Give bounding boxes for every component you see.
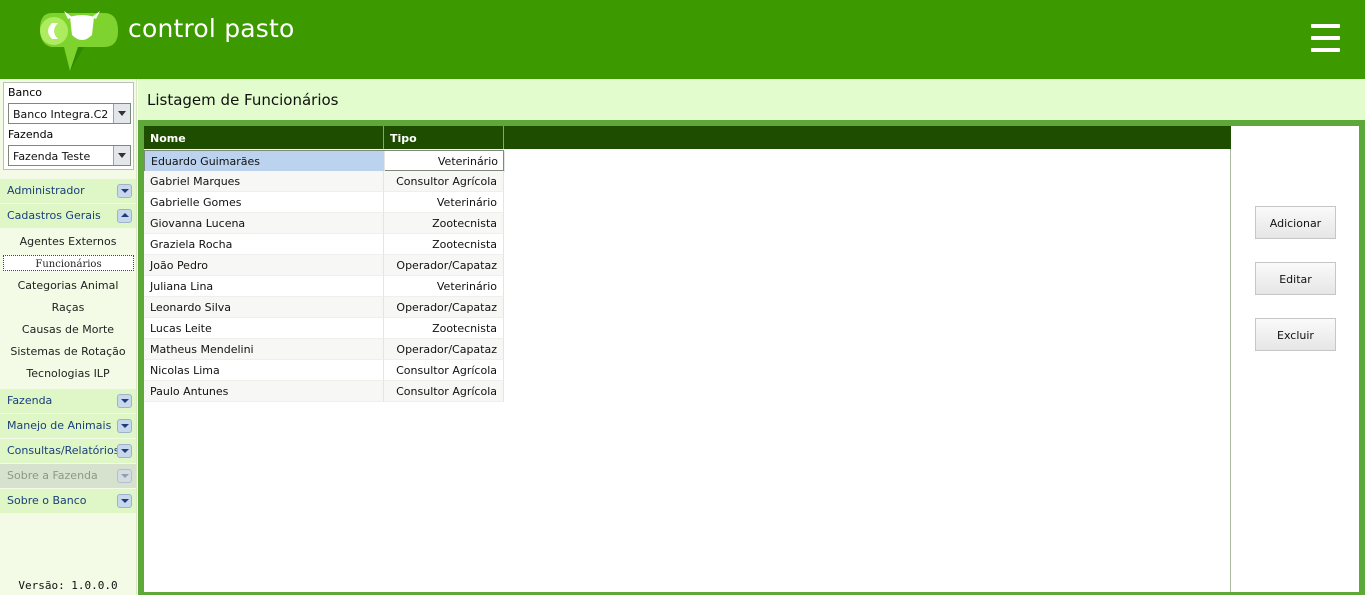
version-label: Versão: 1.0.0.0 (18, 579, 118, 592)
cell-tipo[interactable]: Veterinário (385, 151, 505, 172)
table-row[interactable]: Lucas Leite Zootecnista (144, 318, 504, 339)
cell-nome[interactable]: João Pedro (144, 255, 384, 276)
table-row[interactable]: Graziela Rocha Zootecnista (144, 234, 504, 255)
cell-tipo[interactable]: Operador/Capataz (384, 339, 504, 360)
banco-label: Banco (8, 86, 43, 99)
control-pasto-logo-icon (40, 11, 118, 71)
delete-button[interactable]: Excluir (1255, 318, 1336, 351)
cell-nome[interactable]: Paulo Antunes (144, 381, 384, 402)
banco-select-value: Banco Integra.C2 (13, 108, 109, 121)
cell-tipo[interactable]: Zootecnista (384, 318, 504, 339)
menu-consultas-relatorios[interactable]: Consultas/Relatórios (0, 439, 136, 463)
cell-tipo[interactable]: Zootecnista (384, 213, 504, 234)
employees-grid: Nome Tipo Eduardo Guimarães Veterinário Ga… (144, 126, 1231, 592)
chevron-down-icon[interactable] (113, 146, 130, 165)
expand-icon[interactable] (117, 494, 132, 508)
banco-select[interactable]: Banco Integra.C2 (8, 103, 131, 124)
cell-nome[interactable]: Eduardo Guimarães (145, 151, 385, 172)
submenu-tecnologias-ilp[interactable]: Tecnologias ILP (0, 363, 136, 383)
cell-tipo[interactable]: Operador/Capataz (384, 297, 504, 318)
page-header: Listagem de Funcionários (138, 79, 1365, 120)
cell-tipo[interactable]: Consultor Agrícola (384, 381, 504, 402)
menu-sobre-a-fazenda: Sobre a Fazenda (0, 464, 136, 488)
sidebar: Banco Banco Integra.C2 Fazenda Fazenda T… (0, 79, 137, 595)
cell-nome[interactable]: Gabrielle Gomes (144, 192, 384, 213)
expand-icon[interactable] (117, 444, 132, 458)
submenu-racas[interactable]: Raças (0, 297, 136, 317)
table-row[interactable]: Gabrielle Gomes Veterinário (144, 192, 504, 213)
fazenda-select[interactable]: Fazenda Teste (8, 145, 131, 166)
collapse-icon[interactable] (117, 209, 132, 223)
cell-tipo[interactable]: Veterinário (384, 276, 504, 297)
menu-label: Fazenda (7, 394, 53, 407)
expand-icon[interactable] (117, 419, 132, 433)
table-row[interactable]: Nicolas Lima Consultor Agrícola (144, 360, 504, 381)
cell-nome[interactable]: Nicolas Lima (144, 360, 384, 381)
cell-tipo[interactable]: Consultor Agrícola (384, 171, 504, 192)
expand-icon (117, 469, 132, 483)
cell-tipo[interactable]: Consultor Agrícola (384, 360, 504, 381)
content-area: Nome Tipo Eduardo Guimarães Veterinário Ga… (138, 120, 1365, 595)
menu-label: Cadastros Gerais (7, 209, 101, 222)
cell-nome[interactable]: Matheus Mendelini (144, 339, 384, 360)
table-row[interactable]: Paulo Antunes Consultor Agrícola (144, 381, 504, 402)
cell-nome[interactable]: Juliana Lina (144, 276, 384, 297)
fazenda-select-value: Fazenda Teste (13, 150, 91, 163)
submenu-funcionarios[interactable]: Funcionários (3, 255, 134, 271)
expand-icon[interactable] (117, 394, 132, 408)
brand-name: control pasto (128, 14, 295, 43)
table-row[interactable]: Matheus Mendelini Operador/Capataz (144, 339, 504, 360)
table-row[interactable]: Leonardo Silva Operador/Capataz (144, 297, 504, 318)
column-header-tipo[interactable]: Tipo (384, 126, 504, 149)
context-selectors: Banco Banco Integra.C2 Fazenda Fazenda T… (3, 82, 134, 170)
table-row[interactable]: Juliana Lina Veterinário (144, 276, 504, 297)
menu-label: Consultas/Relatórios (7, 444, 120, 457)
fazenda-label: Fazenda (8, 128, 54, 141)
menu-manejo-de-animais[interactable]: Manejo de Animais (0, 414, 136, 438)
submenu-sistemas-de-rotacao[interactable]: Sistemas de Rotação (0, 341, 136, 361)
content-panel: Nome Tipo Eduardo Guimarães Veterinário Ga… (144, 126, 1359, 592)
edit-button[interactable]: Editar (1255, 262, 1336, 295)
menu-label: Sobre o Banco (7, 494, 87, 507)
hamburger-menu-icon[interactable] (1311, 24, 1340, 52)
chevron-down-icon[interactable] (113, 104, 130, 123)
menu-label: Administrador (7, 184, 85, 197)
cell-nome[interactable]: Giovanna Lucena (144, 213, 384, 234)
expand-icon[interactable] (117, 184, 132, 198)
cell-nome[interactable]: Gabriel Marques (144, 171, 384, 192)
menu-label: Sobre a Fazenda (7, 469, 98, 482)
column-header-nome[interactable]: Nome (144, 126, 384, 149)
table-row[interactable]: João Pedro Operador/Capataz (144, 255, 504, 276)
table-row[interactable]: Eduardo Guimarães Veterinário (144, 150, 505, 172)
cell-tipo[interactable]: Zootecnista (384, 234, 504, 255)
submenu-agentes-externos[interactable]: Agentes Externos (0, 231, 136, 251)
submenu-causas-de-morte[interactable]: Causas de Morte (0, 319, 136, 339)
menu-label: Manejo de Animais (7, 419, 112, 432)
cell-nome[interactable]: Leonardo Silva (144, 297, 384, 318)
table-row[interactable]: Giovanna Lucena Zootecnista (144, 213, 504, 234)
app-header: control pasto (0, 0, 1365, 79)
menu-cadastros-gerais[interactable]: Cadastros Gerais (0, 204, 136, 228)
menu-sobre-o-banco[interactable]: Sobre o Banco (0, 489, 136, 513)
page-title: Listagem de Funcionários (147, 91, 339, 109)
menu-fazenda[interactable]: Fazenda (0, 389, 136, 413)
cell-nome[interactable]: Graziela Rocha (144, 234, 384, 255)
cell-tipo[interactable]: Operador/Capataz (384, 255, 504, 276)
menu-administrador[interactable]: Administrador (0, 179, 136, 203)
grid-header: Nome Tipo (144, 126, 1231, 149)
cell-nome[interactable]: Lucas Leite (144, 318, 384, 339)
cell-tipo[interactable]: Veterinário (384, 192, 504, 213)
submenu-categorias-animal[interactable]: Categorias Animal (0, 275, 136, 295)
add-button[interactable]: Adicionar (1255, 206, 1336, 239)
table-row[interactable]: Gabriel Marques Consultor Agrícola (144, 171, 504, 192)
